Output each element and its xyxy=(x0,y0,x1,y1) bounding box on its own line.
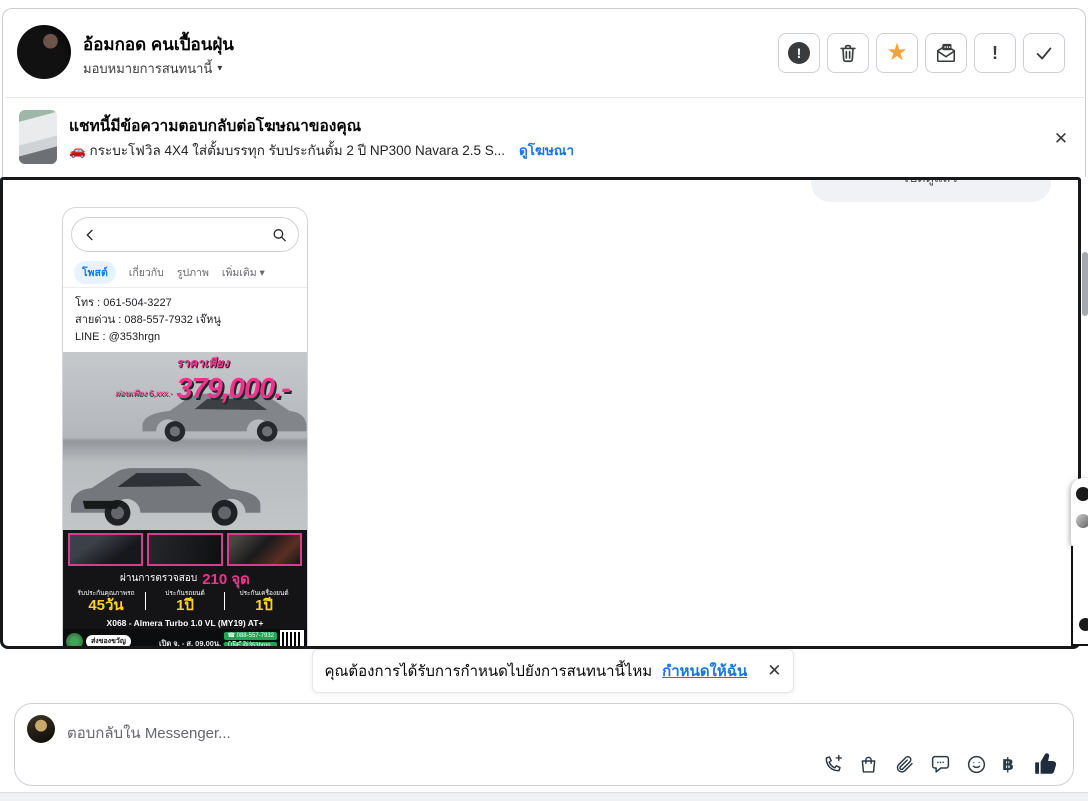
car-photos: ราคาเพียง ผ่อนเพียง 6,xxx.- 379,000.- xyxy=(63,352,307,531)
ad-banner-subtitle-row: 🚗 กระบะโฟวิล 4X4 ใส่ตั้มบรรทุก รับประกัน… xyxy=(69,139,574,161)
contact-phone: โทร : 061-504-3227 xyxy=(75,297,172,309)
window-bottom-strip xyxy=(0,792,1088,801)
inspection-value: 210 จุด xyxy=(202,570,250,588)
tab-photos[interactable]: รูปภาพ xyxy=(177,264,209,281)
assignment-question: คุณต้องการได้รับการกำหนดไปยังการสนทนานี้… xyxy=(324,663,653,680)
header-divider xyxy=(6,97,1084,98)
contact-hotline: สายด่วน : 088-557-7932 เจ๊หนู xyxy=(75,314,221,327)
car-front-photo xyxy=(70,468,261,526)
add-call-icon xyxy=(825,754,843,771)
warranty1-value: 45วัน xyxy=(88,597,124,615)
baht-icon: ฿ xyxy=(1002,754,1014,774)
back-chevron-icon[interactable] xyxy=(82,226,98,244)
reply-input[interactable]: ตอบกลับใน Messenger... xyxy=(67,721,231,745)
inspection-prefix: ผ่านการตรวจสอบ xyxy=(120,573,198,585)
messages-area[interactable]: เปิดดูแล้ว โพสต์ เกี่ยวกับ รูปภาพ เพิ่มเ… xyxy=(0,177,1081,649)
search-icon[interactable] xyxy=(271,226,288,244)
avatar[interactable] xyxy=(17,25,71,79)
avatar xyxy=(1076,514,1088,528)
emoji-icon xyxy=(968,755,986,773)
detail-thumbnails xyxy=(63,530,307,570)
report-button[interactable]: ! xyxy=(778,33,820,73)
composer-toolbar: ฿ xyxy=(822,751,1059,777)
mobile-tabs: โพสต์ เกี่ยวกับ รูปภาพ เพิ่มเติม ▾ xyxy=(63,257,307,288)
assign-menu-label: มอบหมายการสนทนานี้ xyxy=(83,61,213,76)
flag-button[interactable]: ★ xyxy=(876,33,918,73)
divider xyxy=(145,592,146,611)
inspection-line: ผ่านการตรวจสอบ 210 จุด xyxy=(63,569,307,589)
contact-name: อ้อมกอด คนเปื้อนฝุ่น xyxy=(83,35,234,54)
shop-bag-icon xyxy=(861,756,876,773)
check-icon xyxy=(1036,47,1052,60)
assignment-prompt: คุณต้องการได้รับการกำหนดไปยังการสนทนานี้… xyxy=(312,649,794,693)
tab-posts[interactable]: โพสต์ xyxy=(74,260,116,284)
warranty3-value: 1ปี xyxy=(255,597,273,615)
price-caption: ราคาเพียง xyxy=(176,356,229,371)
installment-text: ผ่อนเพียง 6,xxx.- xyxy=(115,389,173,399)
floating-panel-clipped[interactable] xyxy=(1071,478,1088,546)
phone-pill: ☎ 088-557-7932 xyxy=(224,632,277,641)
saved-replies-button[interactable] xyxy=(930,754,951,775)
dealer-info-bar: ส่งของขวัญ เปิด จ. - ส. 09.00น. - 17.00น… xyxy=(63,629,307,646)
tab-more[interactable]: เพิ่มเติม ▾ xyxy=(222,264,265,281)
dealer-contact-block: โทร : 061-504-3227 สายด่วน : 088-557-793… xyxy=(63,288,307,352)
attach-icon xyxy=(896,755,913,773)
scrollbar-thumb[interactable] xyxy=(1082,252,1088,316)
dealer-logo xyxy=(66,633,83,646)
avatar xyxy=(1079,618,1088,631)
avatar xyxy=(1076,487,1088,501)
shop-button[interactable] xyxy=(858,754,879,775)
ad-banner-title: แชทนี้มีข้อความตอบกลับต่อโฆษณาของคุณ xyxy=(69,118,362,135)
star-icon: ★ xyxy=(886,39,908,66)
floating-panel-clipped-lower xyxy=(1071,546,1088,646)
assignment-close-icon[interactable]: ✕ xyxy=(767,661,781,681)
page-avatar xyxy=(27,715,55,743)
view-ad-link[interactable]: ดูโฆษณา xyxy=(519,139,574,161)
saved-reply-icon xyxy=(932,755,950,773)
qr-code xyxy=(280,630,304,646)
interior-thumbnail xyxy=(68,533,144,567)
like-thumb-icon xyxy=(1035,753,1057,774)
attachment-screenshot[interactable]: โพสต์ เกี่ยวกับ รูปภาพ เพิ่มเติม ▾ โทร :… xyxy=(62,207,308,646)
like-button[interactable] xyxy=(1033,751,1059,777)
engine-thumbnail xyxy=(226,533,302,567)
model-line: X068 - Almera Turbo 1.0 VL (MY19) AT+ xyxy=(63,617,307,630)
mark-unread-icon xyxy=(936,43,956,63)
mark-done-button[interactable] xyxy=(1023,33,1065,73)
assign-to-me-link[interactable]: กำหนดให้ฉัน xyxy=(662,659,747,683)
ad-thumbnail xyxy=(19,110,57,164)
gift-badge: ส่งของขวัญ xyxy=(86,635,131,646)
mobile-search-bar[interactable] xyxy=(71,217,299,252)
price-value: 379,000.- xyxy=(176,373,291,406)
delete-button[interactable] xyxy=(827,33,869,73)
ad-subtitle: 🚗 กระบะโฟวิล 4X4 ใส่ตั้มบรรทุก รับประกัน… xyxy=(69,143,505,158)
mark-unread-button[interactable] xyxy=(925,33,967,73)
conversation-panel-header: อ้อมกอด คนเปื้อนฝุ่น มอบหมายการสนทนานี้ … xyxy=(2,8,1086,177)
mark-important-icon: ! xyxy=(992,42,998,63)
mark-important-button[interactable]: ! xyxy=(974,33,1016,73)
contact-pills: ☎ 088-557-7932 LINE @353hrgn xyxy=(224,632,277,646)
attach-button[interactable] xyxy=(894,754,915,775)
line-pill: LINE @353hrgn xyxy=(224,642,277,646)
warranty-row: รับประกันคุณภาพรถ 45วัน ประกันรถยนต์ 1ปี… xyxy=(63,588,307,618)
seats-thumbnail xyxy=(147,533,223,567)
payment-button[interactable]: ฿ xyxy=(1002,756,1014,773)
price-overlay: ราคาเพียง ผ่อนเพียง 6,xxx.- 379,000.- xyxy=(115,354,291,406)
header-actions: ! ★ ! xyxy=(778,33,1065,73)
tab-about[interactable]: เกี่ยวกับ xyxy=(129,264,164,281)
chevron-down-icon: ▾ xyxy=(217,63,223,74)
divider xyxy=(224,592,225,611)
ad-banner-close-icon[interactable]: ✕ xyxy=(1049,127,1073,151)
assign-conversation-menu[interactable]: มอบหมายการสนทนานี้ ▾ xyxy=(83,58,222,79)
report-icon: ! xyxy=(788,42,810,64)
contact-line: LINE : @353hrgn xyxy=(75,331,161,344)
car-ad-creative: ราคาเพียง ผ่อนเพียง 6,xxx.- 379,000.- ผ่… xyxy=(63,352,307,646)
message-bubble[interactable]: เปิดดูแล้ว xyxy=(811,180,1051,202)
warranty2-value: 1ปี xyxy=(176,597,194,615)
add-call-button[interactable] xyxy=(822,754,843,775)
emoji-button[interactable] xyxy=(966,754,987,775)
trash-icon xyxy=(840,44,856,63)
reply-composer[interactable]: ตอบกลับใน Messenger... ฿ xyxy=(14,703,1074,786)
